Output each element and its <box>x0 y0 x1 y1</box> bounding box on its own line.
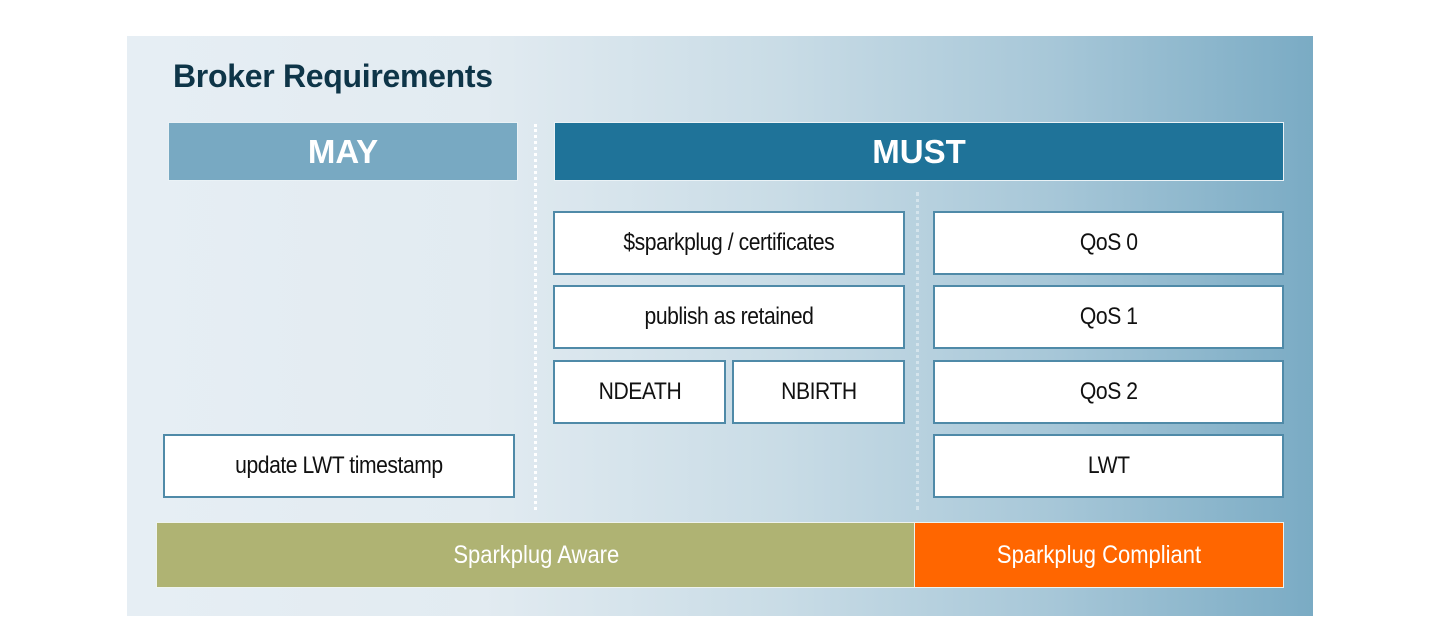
publish-retained-label: publish as retained <box>644 303 814 330</box>
divider-may-must <box>534 124 537 510</box>
publish-retained-box: publish as retained <box>553 285 905 349</box>
diagram-title: Broker Requirements <box>173 58 493 94</box>
sparkplug-certificates-box: $sparkplug / certificates <box>553 211 905 275</box>
update-lwt-timestamp-box: update LWT timestamp <box>163 434 515 498</box>
divider-aware-compliant <box>916 192 919 510</box>
may-header: MAY <box>168 122 518 181</box>
must-header: MUST <box>554 122 1284 181</box>
ndeath-box: NDEATH <box>553 360 726 424</box>
qos0-label: QoS 0 <box>1079 229 1138 256</box>
ndeath-label: NDEATH <box>598 378 681 405</box>
sparkplug-aware-bar: Sparkplug Aware <box>156 522 916 588</box>
lwt-box: LWT <box>933 434 1284 498</box>
qos1-label: QoS 1 <box>1079 303 1138 330</box>
sparkplug-compliant-bar: Sparkplug Compliant <box>914 522 1284 588</box>
qos2-label: QoS 2 <box>1079 378 1138 405</box>
qos0-box: QoS 0 <box>933 211 1284 275</box>
nbirth-box: NBIRTH <box>732 360 905 424</box>
update-lwt-timestamp-label: update LWT timestamp <box>235 452 443 479</box>
sparkplug-aware-label: Sparkplug Aware <box>453 540 619 569</box>
lwt-label: LWT <box>1087 452 1130 479</box>
qos1-box: QoS 1 <box>933 285 1284 349</box>
sparkplug-compliant-label: Sparkplug Compliant <box>996 540 1202 569</box>
nbirth-label: NBIRTH <box>780 378 857 405</box>
qos2-box: QoS 2 <box>933 360 1284 424</box>
sparkplug-certificates-label: $sparkplug / certificates <box>623 229 835 256</box>
